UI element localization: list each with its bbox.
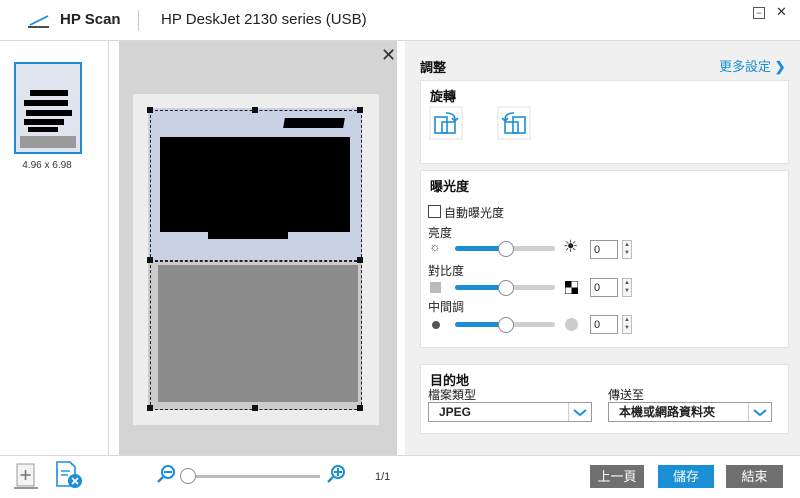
filetype-select[interactable]: JPEG <box>428 402 592 422</box>
page-thumbnail[interactable] <box>14 62 82 154</box>
filetype-label: 檔案類型 <box>428 388 477 402</box>
contrast-high-icon <box>565 281 578 294</box>
crop-handle[interactable] <box>147 257 153 263</box>
hp-scan-logo-icon <box>28 15 49 28</box>
close-window-button[interactable]: ✕ <box>776 4 787 20</box>
filetype-value: JPEG <box>439 405 472 419</box>
crop-handle[interactable] <box>357 107 363 113</box>
delete-page-icon[interactable] <box>54 460 84 490</box>
crop-area-top[interactable] <box>150 110 362 262</box>
save-button[interactable]: 儲存 <box>658 465 714 488</box>
chevron-right-icon: ❯ <box>774 59 786 74</box>
brightness-slider-thumb[interactable] <box>498 241 514 257</box>
title-bar: HP Scan HP DeskJet 2130 series (USB) − ✕ <box>0 0 800 41</box>
app-name: HP Scan <box>60 11 121 28</box>
auto-exposure-checkbox[interactable] <box>428 205 441 218</box>
midtone-high-icon <box>565 318 578 331</box>
chevron-down-icon <box>568 403 587 421</box>
brightness-high-icon: ☀ <box>563 237 579 256</box>
zoom-in-icon[interactable] <box>327 464 347 484</box>
contrast-low-icon <box>430 282 441 293</box>
crop-handle[interactable] <box>147 107 153 113</box>
thumb-redaction <box>30 90 68 96</box>
crop-handle[interactable] <box>357 405 363 411</box>
crop-area-bottom[interactable] <box>150 260 362 410</box>
panel-title: 調整 <box>420 60 447 75</box>
crop-handle[interactable] <box>252 107 258 113</box>
contrast-stepper[interactable]: ▲ ▼ <box>622 278 632 297</box>
device-name: HP DeskJet 2130 series (USB) <box>161 11 367 28</box>
close-preview-icon[interactable]: ✕ <box>381 46 396 64</box>
midtone-slider-thumb[interactable] <box>498 317 514 333</box>
more-settings-link[interactable]: 更多設定 ❯ <box>719 56 786 75</box>
finish-button[interactable]: 結束 <box>726 465 783 488</box>
thumb-gray-area <box>20 136 76 148</box>
page-count: 1/1 <box>375 471 391 483</box>
brightness-stepper[interactable]: ▲ ▼ <box>622 240 632 259</box>
sendto-select[interactable]: 本機或網路資料夾 <box>608 402 772 422</box>
thumbnail-pane: 4.96 x 6.98 <box>0 41 109 455</box>
exposure-title: 曝光度 <box>430 179 470 194</box>
crop-handle[interactable] <box>252 405 258 411</box>
midtone-input[interactable]: 0 <box>590 315 618 334</box>
rotate-section <box>420 80 789 164</box>
sendto-label: 傳送至 <box>608 388 645 402</box>
thumb-redaction <box>26 110 72 116</box>
thumb-redaction <box>24 119 64 125</box>
thumb-redaction <box>24 100 68 106</box>
more-settings-label: 更多設定 <box>719 59 772 74</box>
zoom-out-icon[interactable] <box>157 464 177 484</box>
previous-page-button[interactable]: 上一頁 <box>590 465 644 488</box>
crop-handle[interactable] <box>357 257 363 263</box>
midtone-stepper[interactable]: ▲ ▼ <box>622 315 632 334</box>
rotate-left-icon[interactable] <box>429 106 463 140</box>
contrast-input[interactable]: 0 <box>590 278 618 297</box>
zoom-slider[interactable] <box>181 475 320 478</box>
contrast-label: 對比度 <box>428 264 465 278</box>
chevron-down-icon <box>748 403 767 421</box>
rotate-title: 旋轉 <box>430 89 457 104</box>
sendto-value: 本機或網路資料夾 <box>619 405 716 419</box>
rotate-right-icon[interactable] <box>497 106 531 140</box>
brightness-low-icon: ☼ <box>429 239 441 254</box>
midtone-label: 中間調 <box>428 300 465 314</box>
midtone-low-icon <box>432 321 440 329</box>
thumb-redaction <box>28 127 58 132</box>
title-divider <box>138 10 139 31</box>
minimize-button[interactable]: − <box>753 7 765 19</box>
contrast-slider-thumb[interactable] <box>498 280 514 296</box>
auto-exposure-label: 自動曝光度 <box>444 206 505 220</box>
brightness-input[interactable]: 0 <box>590 240 618 259</box>
thumbnail-size-label: 4.96 x 6.98 <box>22 160 72 171</box>
add-page-icon[interactable] <box>14 462 40 490</box>
crop-handle[interactable] <box>147 405 153 411</box>
zoom-slider-thumb[interactable] <box>180 468 196 484</box>
